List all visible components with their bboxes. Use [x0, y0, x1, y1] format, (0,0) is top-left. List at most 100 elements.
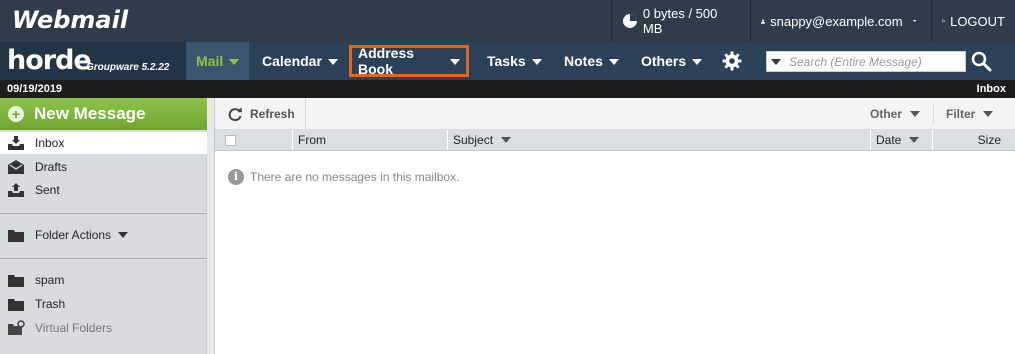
chevron-down-icon: [910, 111, 921, 117]
logout-label: LOGOUT: [950, 13, 1005, 29]
column-label: Date: [876, 133, 902, 147]
logout-icon: [942, 19, 946, 23]
search-scope-dropdown[interactable]: [771, 58, 781, 65]
nav-others-label: Others: [641, 53, 687, 69]
user-menu[interactable]: snappy@example.com: [750, 0, 931, 42]
folder-drafts[interactable]: Drafts: [0, 156, 207, 178]
user-email: snappy@example.com: [770, 13, 903, 29]
folder-actions-menu[interactable]: Folder Actions: [0, 224, 207, 246]
folder-label: Sent: [35, 183, 60, 197]
column-date[interactable]: Date: [870, 130, 932, 150]
user-icon: [761, 18, 766, 24]
folder-settings-icon: [8, 320, 25, 335]
status-bar: 09/19/2019 Inbox: [0, 80, 1015, 98]
search-input[interactable]: [789, 54, 959, 69]
folder-icon: [8, 298, 24, 311]
info-icon: i: [228, 169, 244, 185]
divider: [0, 213, 207, 214]
nav-mail-label: Mail: [196, 53, 224, 69]
folder-label: spam: [35, 273, 65, 287]
chevron-down-icon: [608, 58, 619, 65]
column-from[interactable]: From: [292, 130, 447, 150]
horde-logo: horde Groupware 5.2.22: [0, 42, 186, 80]
column-label: Size: [977, 133, 1001, 147]
folder-spam[interactable]: spam: [0, 269, 207, 291]
other-menu[interactable]: Other: [870, 98, 921, 130]
gear-icon: [722, 51, 742, 71]
nav-address-book[interactable]: Address Book: [349, 45, 469, 77]
filter-label: Filter: [946, 107, 976, 121]
chevron-down-icon: [501, 137, 512, 143]
quota-text: 0 bytes / 500 MB: [642, 6, 718, 36]
quota-indicator[interactable]: 0 bytes / 500 MB: [611, 0, 750, 42]
column-label: From: [298, 133, 326, 147]
divider: [0, 258, 207, 259]
folder-actions-label: Folder Actions: [35, 228, 112, 242]
folder-sent[interactable]: Sent: [0, 179, 207, 201]
column-subject[interactable]: Subject: [447, 130, 792, 150]
chevron-down-icon: [450, 58, 460, 65]
search-box: [766, 51, 966, 72]
chevron-down-icon: [983, 111, 994, 117]
nav-notes[interactable]: Notes: [554, 42, 629, 80]
chevron-down-icon: [912, 19, 916, 23]
folder-label: Trash: [35, 297, 66, 311]
new-message-label: New Message: [34, 104, 146, 123]
chevron-down-icon: [692, 58, 703, 65]
folder-trash[interactable]: Trash: [0, 293, 207, 315]
divider: [933, 104, 934, 124]
nav-mail[interactable]: Mail: [186, 42, 249, 80]
empty-mailbox-notice: i There are no messages in this mailbox.: [228, 169, 459, 185]
chevron-down-icon: [229, 58, 240, 65]
sent-icon: [8, 183, 24, 197]
filter-menu[interactable]: Filter: [946, 98, 994, 130]
nav-notes-label: Notes: [564, 53, 603, 69]
message-toolbar: Refresh Other Filter: [215, 98, 1015, 130]
select-all-checkbox[interactable]: [225, 135, 236, 146]
empty-mailbox-text: There are no messages in this mailbox.: [250, 170, 460, 184]
settings-button[interactable]: [714, 42, 750, 80]
column-size[interactable]: Size: [932, 130, 1015, 150]
drafts-icon: [8, 160, 24, 174]
other-label: Other: [870, 107, 903, 121]
inbox-icon: [8, 136, 24, 150]
nav-calendar[interactable]: Calendar: [252, 42, 348, 80]
chevron-down-icon: [118, 232, 129, 238]
brand-version: Groupware 5.2.22: [86, 62, 170, 73]
folder-virtual-folders[interactable]: Virtual Folders: [0, 317, 207, 339]
top-bar: Webmail 0 bytes / 500 MB snappy@example.…: [0, 0, 1015, 42]
brand-name: horde: [7, 45, 92, 76]
logout-button[interactable]: LOGOUT: [931, 0, 1015, 42]
plus-icon: +: [8, 106, 24, 122]
refresh-icon: [228, 107, 242, 122]
nav-tasks-label: Tasks: [487, 53, 526, 69]
nav-address-book-label: Address Book: [358, 45, 415, 77]
sidebar: + New Message Inbox Drafts Sent Folder A…: [0, 98, 207, 354]
app-logo: Webmail: [12, 6, 129, 34]
chevron-down-icon: [327, 58, 338, 65]
folder-icon: [8, 229, 24, 242]
chevron-down-icon: [531, 58, 542, 65]
refresh-button[interactable]: Refresh: [215, 98, 306, 130]
message-list-header: From Subject Date Size: [215, 130, 1015, 151]
refresh-label: Refresh: [250, 107, 295, 121]
main-navigation: horde Groupware 5.2.22 Mail Calendar Add…: [0, 42, 1015, 80]
new-message-button[interactable]: + New Message: [0, 98, 207, 130]
folder-icon: [8, 274, 24, 287]
current-date: 09/19/2019: [7, 83, 63, 95]
folder-label: Drafts: [35, 160, 68, 174]
nav-others[interactable]: Others: [631, 42, 712, 80]
nav-tasks[interactable]: Tasks: [477, 42, 552, 80]
pie-chart-icon: [622, 14, 637, 28]
sidebar-resize-handle[interactable]: [207, 98, 215, 354]
current-folder-label: Inbox: [976, 83, 1006, 95]
folder-inbox[interactable]: Inbox: [0, 132, 207, 154]
search-button[interactable]: [970, 50, 994, 74]
chevron-down-icon: [909, 137, 920, 143]
nav-calendar-label: Calendar: [262, 53, 322, 69]
message-list-pane: Refresh Other Filter From Subject Date S…: [215, 98, 1015, 354]
search-icon: [971, 51, 992, 72]
column-label: Subject: [453, 133, 494, 147]
folder-label: Virtual Folders: [35, 321, 113, 335]
folder-label: Inbox: [35, 136, 65, 150]
